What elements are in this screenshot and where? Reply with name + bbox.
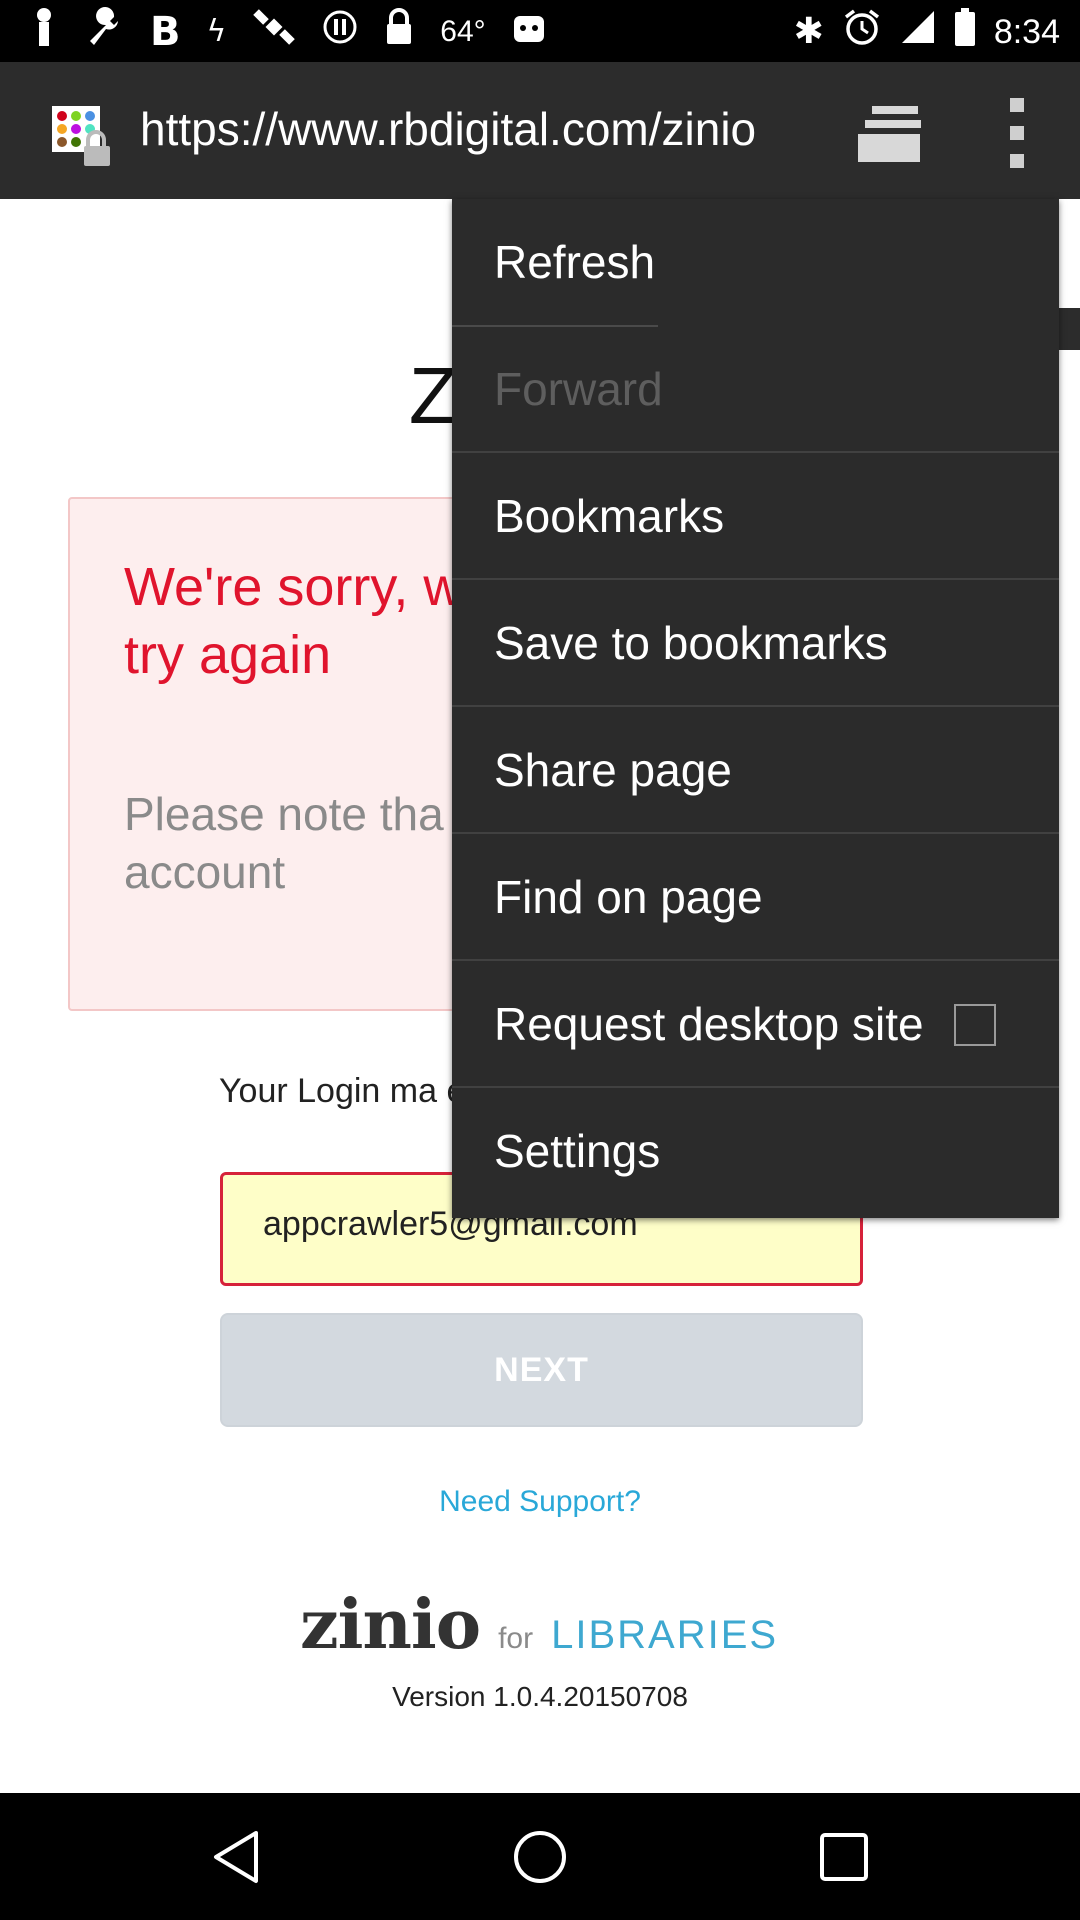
overflow-menu: Refresh Forward Bookmarks Save to bookma… xyxy=(452,199,1059,1218)
menu-item-request-desktop-site[interactable]: Request desktop site xyxy=(452,961,1059,1088)
menu-item-share-page[interactable]: Share page xyxy=(452,707,1059,834)
satellite-icon xyxy=(252,7,296,58)
menu-edge-tab xyxy=(1059,308,1080,350)
signal-icon xyxy=(900,9,936,56)
secure-site-icon[interactable] xyxy=(52,106,118,168)
menu-item-label: Bookmarks xyxy=(494,490,725,542)
notification-icon xyxy=(30,7,58,58)
menu-item-settings[interactable]: Settings xyxy=(452,1088,1059,1215)
menu-item-label: Save to bookmarks xyxy=(494,617,888,669)
clock: 8:34 xyxy=(993,12,1060,51)
menu-item-label: Settings xyxy=(494,1125,661,1177)
menu-item-label: Share page xyxy=(494,744,732,796)
tabs-icon[interactable] xyxy=(858,106,928,162)
menu-item-label: Request desktop site xyxy=(494,998,924,1050)
status-bar: B ϟ 64° ✱ 8:34 xyxy=(0,0,1080,62)
home-icon[interactable] xyxy=(512,1829,568,1885)
browser-toolbar: https://www.rbdigital.com/zinio xyxy=(0,62,1080,199)
logo-libraries-text: LIBRARIES xyxy=(551,1613,779,1657)
menu-item-label: Find on page xyxy=(494,871,763,923)
desktop-site-checkbox[interactable] xyxy=(954,1004,996,1046)
bold-icon: B xyxy=(150,9,181,55)
pause-icon xyxy=(322,9,358,56)
back-icon[interactable] xyxy=(212,1829,260,1885)
url-bar[interactable]: https://www.rbdigital.com/zinio xyxy=(140,102,756,156)
menu-item-save-to-bookmarks[interactable]: Save to bookmarks xyxy=(452,580,1059,707)
app-icon: ϟ xyxy=(206,14,227,49)
menu-item-label: Refresh xyxy=(494,236,656,288)
menu-item-label: Forward xyxy=(494,363,663,415)
menu-item-refresh[interactable]: Refresh xyxy=(452,199,1059,327)
alarm-icon xyxy=(842,7,882,58)
temperature: 64° xyxy=(440,15,486,48)
navigation-bar xyxy=(0,1793,1080,1920)
version-text: Version 1.0.4.20150708 xyxy=(392,1681,688,1712)
android-icon xyxy=(512,10,546,55)
recents-icon[interactable] xyxy=(818,1831,870,1883)
logo-zinio-text: zinio xyxy=(300,1585,481,1665)
menu-item-bookmarks[interactable]: Bookmarks xyxy=(452,453,1059,580)
wrench-icon xyxy=(84,6,124,58)
lock-icon xyxy=(384,7,414,57)
logo-for-text: for xyxy=(498,1622,534,1655)
overflow-menu-icon[interactable] xyxy=(1002,98,1032,168)
support-link[interactable]: Need Support? xyxy=(0,1485,1080,1519)
battery-icon xyxy=(954,7,976,57)
bluetooth-icon: ✱ xyxy=(793,11,824,52)
menu-item-find-on-page[interactable]: Find on page xyxy=(452,834,1059,961)
zinio-logo: zinio for LIBRARIES xyxy=(300,1585,780,1665)
menu-item-forward: Forward xyxy=(452,326,1059,453)
next-button[interactable]: NEXT xyxy=(220,1313,863,1427)
